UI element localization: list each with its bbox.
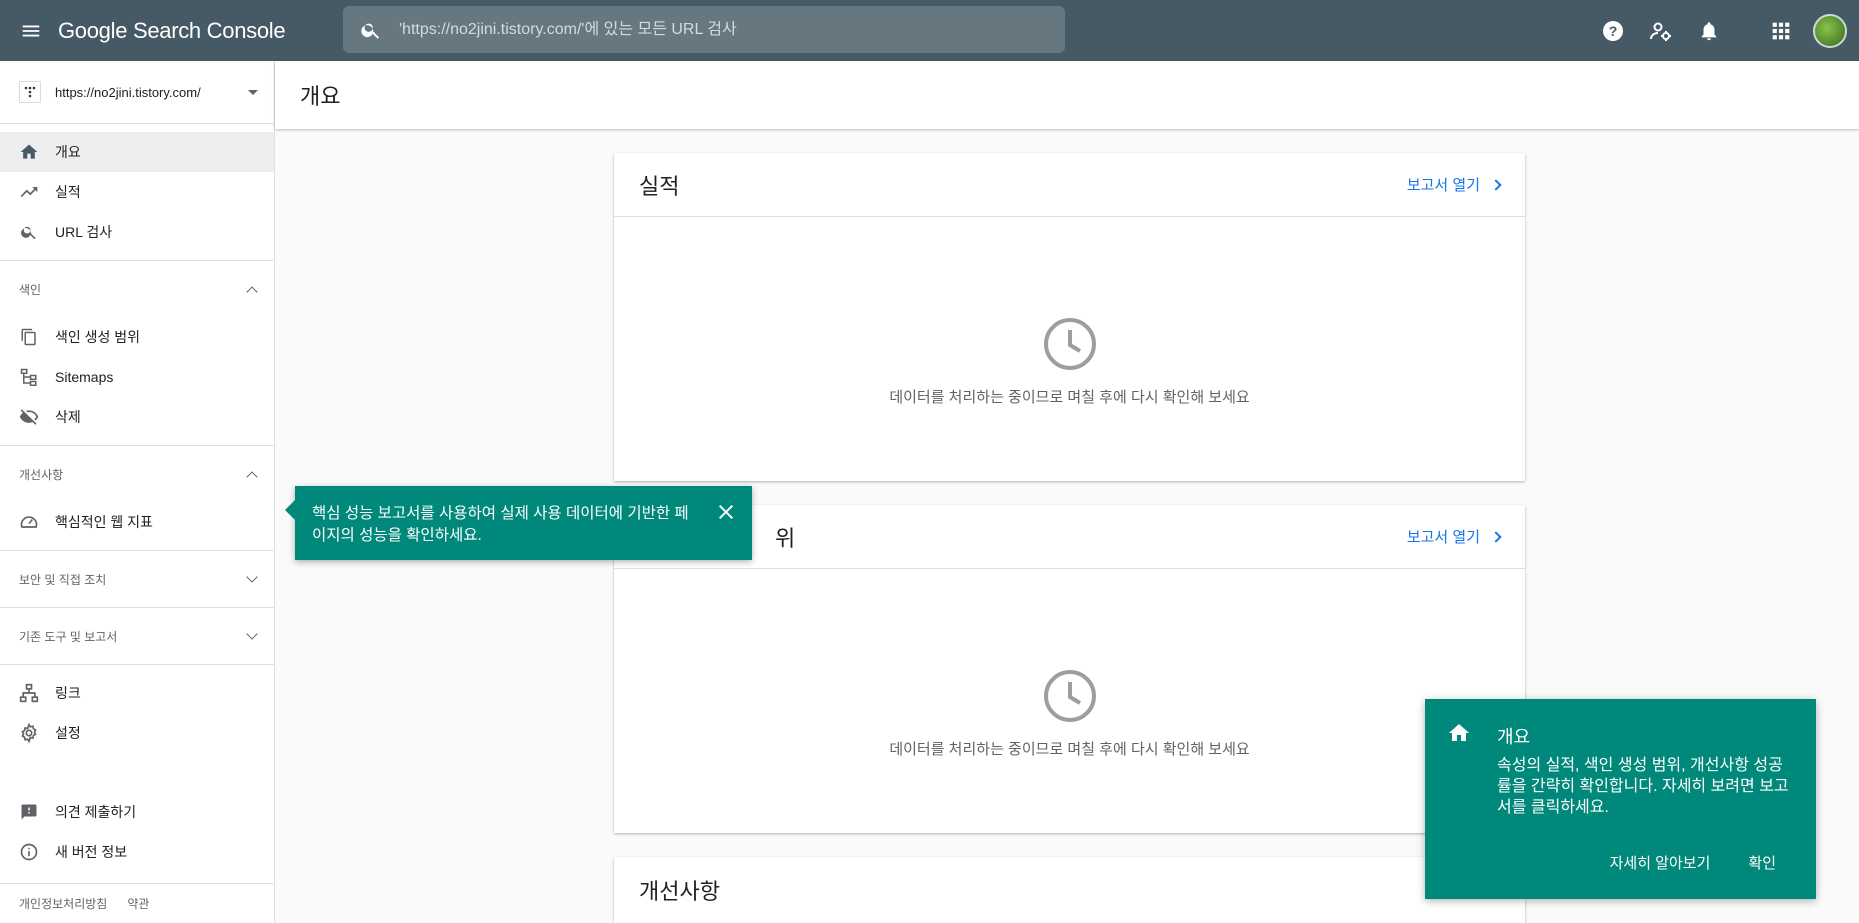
- open-report-label: 보고서 열기: [1406, 529, 1480, 546]
- nav-performance[interactable]: 실적: [0, 172, 274, 212]
- open-report-link[interactable]: 보고서 열기: [1406, 526, 1502, 547]
- core-web-vitals-tooltip: 핵심 성능 보고서를 사용하여 실제 사용 데이터에 기반한 페이지의 성능을 …: [285, 486, 752, 560]
- chevron-down-icon: [246, 570, 258, 583]
- home-icon: [19, 142, 39, 162]
- links-icon: [19, 683, 39, 703]
- nav-index-coverage[interactable]: 색인 생성 범위: [0, 317, 274, 357]
- chevron-right-icon: [1490, 178, 1502, 191]
- nav-label: 설정: [55, 725, 81, 741]
- section-enhancements-toggle[interactable]: 개선사항: [0, 446, 274, 502]
- sitemap-icon: [19, 367, 39, 387]
- eye-off-icon: [19, 407, 39, 427]
- terms-link[interactable]: 약관: [127, 895, 149, 912]
- confirm-button[interactable]: 확인: [1748, 852, 1776, 873]
- search-input[interactable]: [399, 20, 1065, 39]
- property-url: https://no2jini.tistory.com/: [55, 84, 201, 100]
- avatar[interactable]: [1813, 13, 1847, 48]
- help-icon[interactable]: ?: [1589, 7, 1637, 55]
- speed-gauge-icon: [19, 512, 39, 532]
- chevron-up-icon: [246, 285, 258, 298]
- nav-sitemaps[interactable]: Sitemaps: [0, 357, 274, 397]
- nav-url-inspection[interactable]: URL 검사: [0, 212, 274, 252]
- gear-icon: [19, 723, 39, 743]
- processing-message: 데이터를 처리하는 중이므로 며칠 후에 다시 확인해 보세요: [889, 388, 1250, 406]
- card-header: 실적 보고서 열기: [614, 153, 1525, 217]
- section-index-toggle[interactable]: 색인: [0, 261, 274, 317]
- feedback-icon: [19, 802, 39, 822]
- url-inspect-search[interactable]: [343, 6, 1065, 53]
- panel-actions: 자세히 알아보기 확인: [1610, 852, 1776, 873]
- section-label: 기존 도구 및 보고서: [19, 629, 118, 644]
- chevron-down-icon: [246, 627, 258, 640]
- top-actions: ?: [1589, 0, 1859, 61]
- top-app-bar: Google Search Console ?: [0, 0, 1859, 61]
- nav-links[interactable]: 링크: [0, 673, 274, 713]
- nav-removals[interactable]: 삭제: [0, 397, 274, 437]
- section-legacy-toggle[interactable]: 기존 도구 및 보고서: [0, 608, 274, 664]
- section-security-toggle[interactable]: 보안 및 직접 조치: [0, 551, 274, 607]
- nav-submit-feedback[interactable]: 의견 제출하기: [0, 792, 274, 832]
- processing-message: 데이터를 처리하는 중이므로 며칠 후에 다시 확인해 보세요: [889, 740, 1250, 758]
- search-icon: [19, 222, 39, 242]
- info-icon: [19, 842, 39, 862]
- overview-help-panel: 개요 속성의 실적, 색인 생성 범위, 개선사항 성공률을 간략히 확인합니다…: [1425, 699, 1816, 899]
- page-header: 개요: [275, 61, 1859, 129]
- card-title: 위: [775, 525, 796, 551]
- nav-label: URL 검사: [55, 224, 113, 240]
- close-icon[interactable]: [714, 500, 738, 524]
- nav-overview[interactable]: 개요: [0, 132, 274, 172]
- nav-label: 색인 생성 범위: [55, 329, 141, 345]
- copy-icon: [19, 327, 39, 347]
- search-icon[interactable]: [343, 19, 399, 41]
- privacy-link[interactable]: 개인정보처리방침: [19, 895, 107, 912]
- card-title: 개선사항: [639, 879, 720, 904]
- section-label: 보안 및 직접 조치: [19, 572, 107, 587]
- notifications-icon[interactable]: [1685, 7, 1733, 55]
- nav-core-web-vitals[interactable]: 핵심적인 웹 지표: [0, 502, 274, 542]
- home-icon: [1447, 721, 1471, 750]
- property-favicon-icon: [19, 81, 41, 103]
- nav-label: 실적: [55, 184, 81, 200]
- sidebar-footer: 개인정보처리방침 약관: [0, 883, 274, 923]
- page-title: 개요: [300, 84, 341, 109]
- property-selector[interactable]: https://no2jini.tistory.com/: [0, 61, 274, 124]
- sidebar: https://no2jini.tistory.com/ 개요 실적 URL 검…: [0, 61, 275, 923]
- nav-label: 의견 제출하기: [55, 804, 137, 820]
- tooltip-text: 핵심 성능 보고서를 사용하여 실제 사용 데이터에 기반한 페이지의 성능을 …: [312, 505, 689, 544]
- enhancements-card: 개선사항: [614, 857, 1525, 923]
- nav-label: 삭제: [55, 409, 81, 425]
- open-report-label: 보고서 열기: [1406, 177, 1480, 194]
- section-label: 색인: [19, 282, 42, 297]
- clock-icon: [1043, 317, 1096, 370]
- nav-label: 개요: [55, 144, 81, 160]
- nav-label: 링크: [55, 685, 81, 701]
- nav-settings[interactable]: 설정: [0, 713, 274, 753]
- panel-text: 속성의 실적, 색인 생성 범위, 개선사항 성공률을 간략히 확인합니다. 자…: [1497, 757, 1789, 816]
- nav-label: Sitemaps: [55, 369, 114, 385]
- panel-title: 개요: [1497, 727, 1531, 747]
- nav-label: 핵심적인 웹 지표: [55, 514, 153, 530]
- nav-label: 새 버전 정보: [55, 844, 128, 860]
- card-body: 데이터를 처리하는 중이므로 며칠 후에 다시 확인해 보세요: [614, 217, 1525, 481]
- card-body: 데이터를 처리하는 중이므로 며칠 후에 다시 확인해 보세요: [614, 569, 1525, 833]
- card-title: 실적: [639, 173, 680, 199]
- learn-more-button[interactable]: 자세히 알아보기: [1610, 852, 1711, 873]
- user-settings-icon[interactable]: [1637, 7, 1685, 55]
- svg-text:?: ?: [1609, 23, 1618, 39]
- caret-down-icon: [248, 89, 258, 95]
- nav-whats-new[interactable]: 새 버전 정보: [0, 832, 274, 872]
- clock-icon: [1043, 669, 1096, 722]
- menu-icon[interactable]: [16, 16, 46, 46]
- app-brand[interactable]: Google Search Console: [58, 18, 286, 44]
- open-report-link[interactable]: 보고서 열기: [1406, 174, 1502, 195]
- section-label: 개선사항: [19, 467, 64, 482]
- card-header: 개선사항: [614, 857, 1525, 923]
- performance-card: 실적 보고서 열기 데이터를 처리하는 중이므로 며칠 후에 다시 확인해 보세…: [614, 153, 1525, 481]
- chevron-right-icon: [1490, 530, 1502, 543]
- chevron-up-icon: [246, 470, 258, 483]
- apps-grid-icon[interactable]: [1757, 7, 1805, 55]
- trending-up-icon: [19, 182, 39, 202]
